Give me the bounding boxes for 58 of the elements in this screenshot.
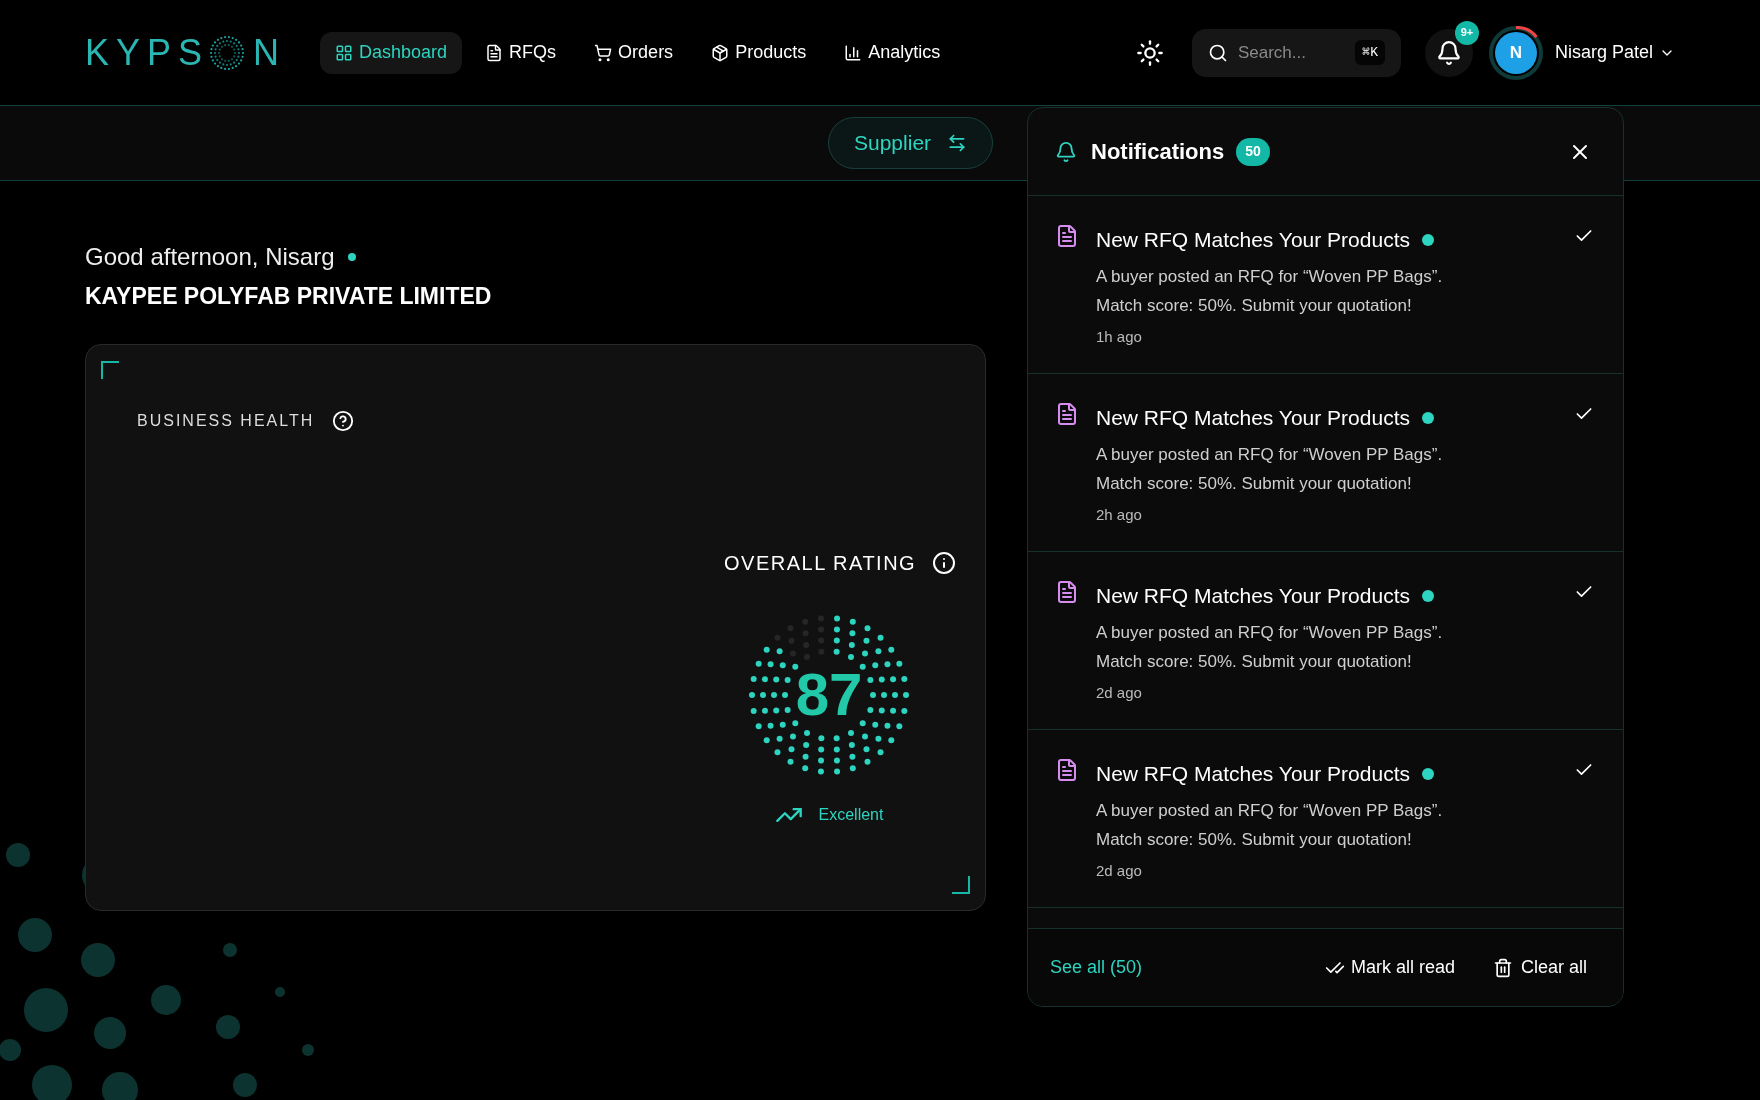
bell-icon [1435, 39, 1462, 66]
trash-icon [1492, 957, 1513, 978]
document-icon [1055, 402, 1079, 426]
logo-ring-icon [209, 34, 246, 71]
notification-body: A buyer posted an RFQ for “Woven PP Bags”. Match score: 50%. Submit your quotation! [1096, 799, 1444, 851]
notification-item[interactable]: New RFQ Matches Your Products A buyer posted an RFQ for “Woven PP Bags”. Match score: 50%. Submit your quotation! 1h ago [1028, 196, 1623, 374]
notification-body: A buyer posted an RFQ for “Woven PP Bags”. Match score: 50%. Submit your quotation! [1096, 265, 1444, 317]
user-menu-button[interactable]: Nisarg Patel [1554, 39, 1675, 66]
notification-time: 1h ago [1096, 326, 1143, 347]
notification-item[interactable]: New RFQ Matches Your Products A buyer posted an RFQ for “Woven PP Bags”. Match score: 50%. Submit your quotation! 2h ago [1028, 374, 1623, 552]
cart-icon [594, 43, 613, 62]
document-icon [1055, 758, 1079, 782]
grid-icon [335, 43, 354, 62]
notification-item[interactable]: New RFQ Matches Your Products A buyer posted an RFQ for “Woven PP Bags”. Match score: 50%. Submit your quotation! 2d ago [1028, 730, 1623, 908]
company-name: KAYPEE POLYFAB PRIVATE LIMITED [85, 282, 492, 311]
notification-body: A buyer posted an RFQ for “Woven PP Bags”. Match score: 50%. Submit your quotation! [1096, 621, 1444, 673]
notification-title: New RFQ Matches Your Products [1096, 227, 1410, 253]
corner-bracket-icon [101, 360, 119, 379]
clear-all-button[interactable]: Clear all [1492, 954, 1587, 981]
search-field[interactable]: Search... [1237, 39, 1328, 66]
notification-title: New RFQ Matches Your Products [1096, 761, 1410, 787]
notification-body: A buyer posted an RFQ for “Woven PP Bags”. Match score: 50%. Submit your quotation! [1096, 443, 1444, 495]
panel-title: Notifications [1091, 138, 1225, 166]
info-icon [932, 550, 957, 575]
nav-tab[interactable]: Dashboard [320, 31, 463, 74]
notification-title: New RFQ Matches Your Products [1096, 583, 1410, 609]
nav-tab[interactable]: RFQs [470, 31, 572, 74]
see-all-link[interactable]: See all (50) [1050, 954, 1143, 981]
progress-arc-icon [1515, 25, 1538, 39]
bell-icon [1055, 140, 1077, 163]
role-switch-button[interactable]: Supplier [828, 117, 994, 169]
box-icon [711, 43, 730, 62]
count-badge: 50 [1236, 137, 1270, 166]
document-icon [1055, 580, 1079, 604]
rating-title: OVERALL RATING [724, 550, 917, 576]
nav-tab[interactable]: Analytics [829, 31, 956, 74]
greeting-text: Good afternoon, Nisarg [85, 242, 335, 272]
help-icon [332, 409, 355, 432]
notification-time: 2d ago [1096, 682, 1143, 703]
mark-all-read-button[interactable]: Mark all read [1324, 954, 1455, 981]
notification-item[interactable]: New RFQ Matches Your Products A buyer posted an RFQ for “Woven PP Bags”. Match score: 50%. Submit your quotation! 2d ago [1028, 552, 1623, 730]
search-icon [1207, 42, 1228, 63]
nav-tab[interactable]: Products [696, 31, 822, 74]
logo-text: KYPS [85, 30, 210, 75]
bar-chart-icon [844, 43, 863, 62]
notification-time: 2h ago [1096, 504, 1143, 525]
rating-score: 87 [794, 659, 864, 730]
shortcut-key: ⌘K [1355, 39, 1385, 66]
corner-bracket-icon [952, 875, 970, 894]
notification-count-badge: 9+ [1454, 20, 1479, 45]
logo-text: N [253, 30, 287, 75]
document-icon [1055, 224, 1079, 248]
document-icon [485, 43, 504, 62]
notification-title: New RFQ Matches Your Products [1096, 405, 1410, 431]
rating-status: Excellent [818, 804, 884, 825]
notification-time: 2d ago [1096, 860, 1143, 881]
nav-tab[interactable]: Orders [579, 31, 689, 74]
card-title: BUSINESS HEALTH [137, 410, 315, 431]
